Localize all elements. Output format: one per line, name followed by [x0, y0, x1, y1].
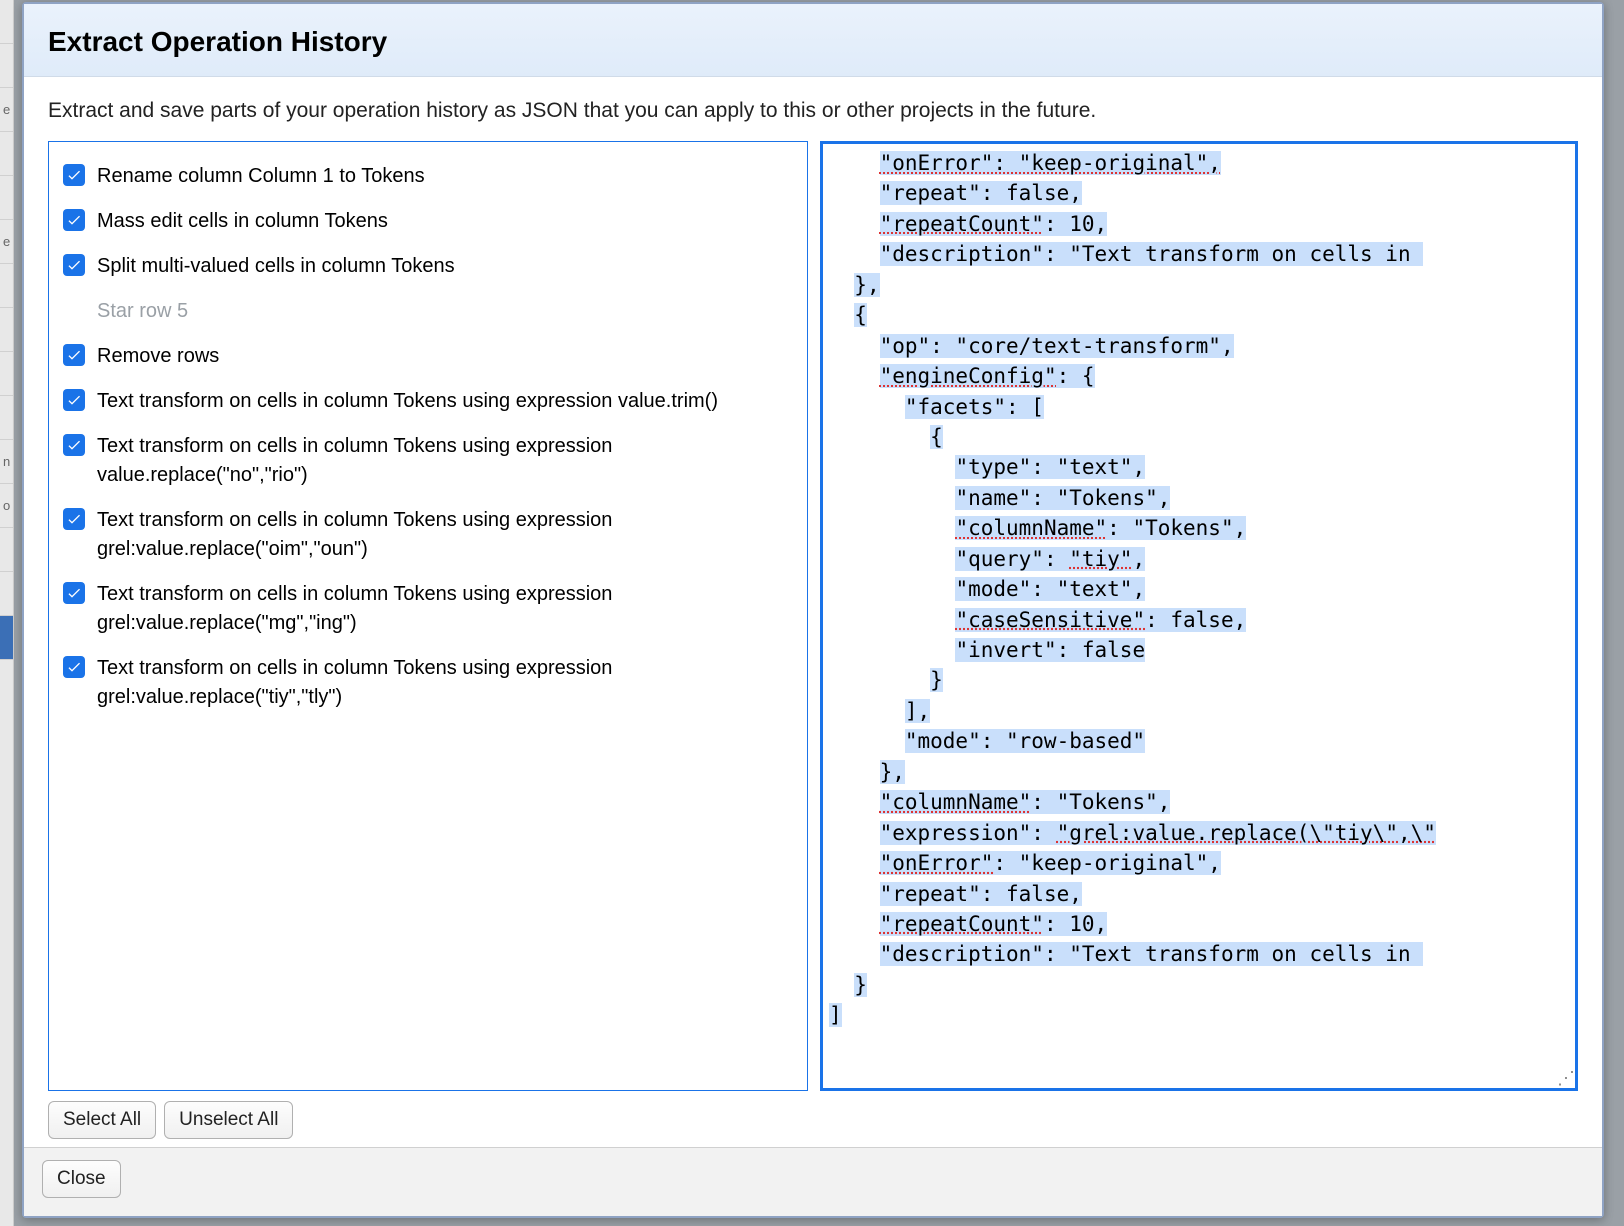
background-ruler: e e no [0, 0, 14, 1226]
operation-checkbox[interactable] [63, 508, 85, 530]
unselect-all-button[interactable]: Unselect All [164, 1101, 293, 1139]
dialog-footer: Close [24, 1147, 1602, 1216]
operation-label: Split multi-valued cells in column Token… [97, 252, 455, 281]
app-backdrop: e e no Extract Operation History Extract… [0, 0, 1624, 1226]
operation-item[interactable]: Text transform on cells in column Tokens… [63, 426, 793, 500]
operation-label: Text transform on cells in column Tokens… [97, 654, 767, 712]
operation-checkbox[interactable] [63, 209, 85, 231]
operation-item[interactable]: Text transform on cells in column Tokens… [63, 500, 793, 574]
operation-item[interactable]: Split multi-valued cells in column Token… [63, 246, 793, 291]
dialog-header: Extract Operation History [24, 4, 1602, 77]
operation-item[interactable]: Mass edit cells in column Tokens [63, 201, 793, 246]
operation-checkbox[interactable] [63, 389, 85, 411]
operation-checkbox[interactable] [63, 434, 85, 456]
operation-checkbox[interactable] [63, 656, 85, 678]
operation-checkbox[interactable] [63, 582, 85, 604]
operation-item[interactable]: Text transform on cells in column Tokens… [63, 381, 793, 426]
operation-item[interactable]: Text transform on cells in column Tokens… [63, 574, 793, 648]
close-button[interactable]: Close [42, 1160, 121, 1198]
operation-checkbox[interactable] [63, 344, 85, 366]
operation-label: Star row 5 [97, 297, 188, 326]
operation-item[interactable]: Remove rows [63, 336, 793, 381]
operation-label: Text transform on cells in column Tokens… [97, 387, 718, 416]
select-all-button[interactable]: Select All [48, 1101, 156, 1139]
dialog-intro: Extract and save parts of your operation… [48, 99, 1578, 123]
dialog-title: Extract Operation History [48, 26, 1578, 58]
operation-label: Mass edit cells in column Tokens [97, 207, 388, 236]
operation-label: Text transform on cells in column Tokens… [97, 432, 767, 490]
operation-checkbox[interactable] [63, 164, 85, 186]
operation-item[interactable]: Text transform on cells in column Tokens… [63, 648, 793, 722]
selection-button-row: Select All Unselect All [48, 1091, 1578, 1139]
operations-list[interactable]: Rename column Column 1 to Tokens Mass edi… [48, 141, 808, 1091]
json-output-panel: "onError": "keep-original", "repeat": fa… [820, 141, 1578, 1091]
content-columns: Rename column Column 1 to Tokens Mass edi… [48, 141, 1578, 1091]
extract-history-dialog: Extract Operation History Extract and sa… [22, 2, 1604, 1218]
operation-item[interactable]: Star row 5 [63, 291, 793, 336]
operation-label: Remove rows [97, 342, 219, 371]
operation-label: Rename column Column 1 to Tokens [97, 162, 425, 191]
operation-label: Text transform on cells in column Tokens… [97, 580, 767, 638]
operation-item[interactable]: Rename column Column 1 to Tokens [63, 156, 793, 201]
json-textarea[interactable]: "onError": "keep-original", "repeat": fa… [823, 144, 1575, 1088]
operation-label: Text transform on cells in column Tokens… [97, 506, 767, 564]
operation-checkbox[interactable] [63, 254, 85, 276]
dialog-body: Extract and save parts of your operation… [24, 77, 1602, 1147]
resize-handle-icon[interactable]: ⋰ [1557, 1070, 1573, 1086]
